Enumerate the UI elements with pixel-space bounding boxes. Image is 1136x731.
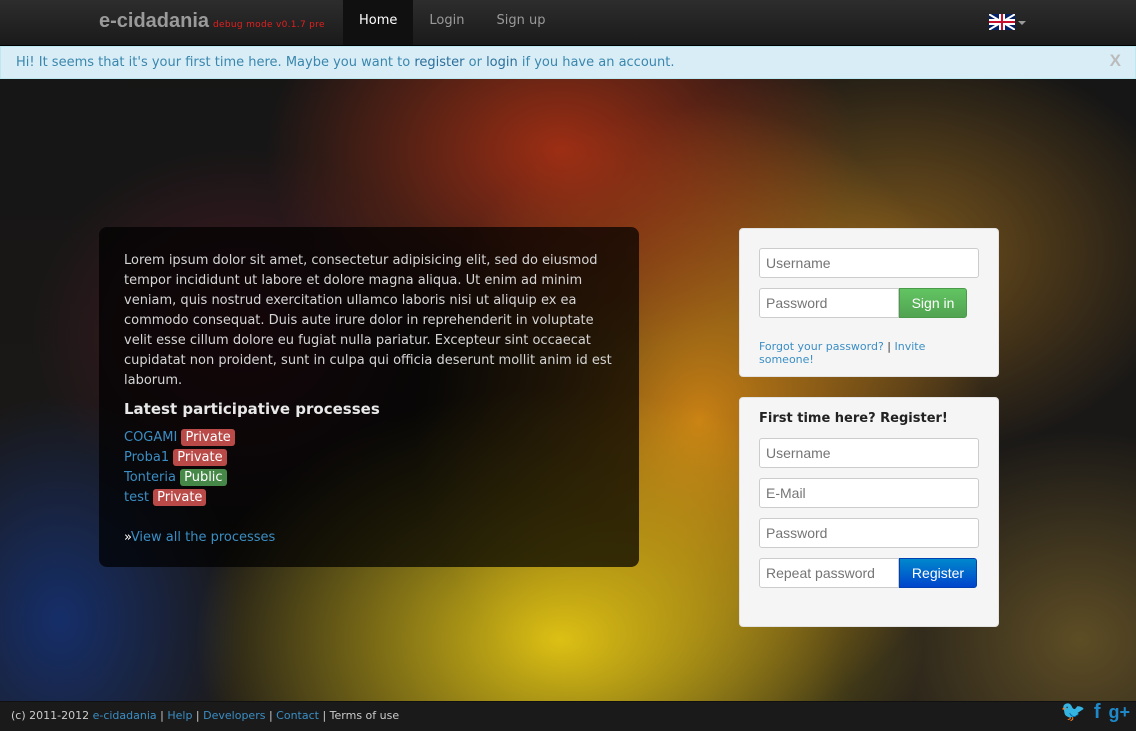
- process-link[interactable]: COGAMI: [124, 430, 177, 445]
- close-alert-button[interactable]: X: [1110, 50, 1121, 71]
- language-selector[interactable]: [989, 14, 1026, 30]
- login-box: Sign in Forgot your password? | Invite s…: [739, 228, 999, 377]
- intro-panel: Lorem ipsum dolor sit amet, consectetur …: [99, 227, 639, 567]
- google-plus-icon[interactable]: g+: [1108, 703, 1130, 721]
- debug-label: debug mode v0.1.7 pre: [213, 20, 325, 30]
- repeat-row: Register: [759, 558, 979, 588]
- processes-heading: Latest participative processes: [124, 400, 380, 418]
- brand-name[interactable]: e-cidadania: [99, 10, 209, 32]
- footer-terms[interactable]: Terms of use: [330, 709, 399, 722]
- alert-text-3: if you have an account.: [517, 55, 675, 70]
- link-separator: |: [883, 340, 895, 353]
- register-repeat-password-input[interactable]: [759, 558, 899, 588]
- footer-help-link[interactable]: Help: [167, 709, 192, 722]
- process-list: COGAMI Private Proba1 Private Tonteria P…: [124, 428, 614, 508]
- list-item: test Private: [124, 488, 614, 508]
- login-links: Forgot your password? | Invite someone!: [759, 340, 979, 366]
- register-password-input[interactable]: [759, 518, 979, 548]
- nav-signup[interactable]: Sign up: [480, 0, 561, 45]
- view-all-processes-link[interactable]: View all the processes: [131, 530, 276, 545]
- list-item: Tonteria Public: [124, 468, 614, 488]
- nav-login[interactable]: Login: [413, 0, 480, 45]
- chevron-down-icon: [1018, 21, 1026, 25]
- process-link[interactable]: Proba1: [124, 450, 169, 465]
- view-all-row: »View all the processes: [124, 528, 614, 548]
- social-links: 🐦 f g+: [1061, 702, 1130, 722]
- forgot-password-link[interactable]: Forgot your password?: [759, 340, 884, 353]
- intro-paragraph: Lorem ipsum dolor sit amet, consectetur …: [124, 253, 612, 388]
- register-username-input[interactable]: [759, 438, 979, 468]
- password-row: Sign in: [759, 288, 979, 318]
- twitter-icon[interactable]: 🐦: [1061, 702, 1086, 722]
- status-badge: Private: [181, 429, 235, 446]
- status-badge: Private: [153, 489, 207, 506]
- facebook-icon[interactable]: f: [1094, 702, 1101, 722]
- footer-sep: |: [192, 709, 204, 722]
- alert-login-link[interactable]: login: [486, 55, 518, 70]
- view-all-prefix: »: [124, 530, 131, 545]
- register-box: First time here? Register! Register: [739, 397, 999, 627]
- footer-brand-link[interactable]: e-cidadania: [93, 709, 157, 722]
- status-badge: Public: [180, 469, 227, 486]
- uk-flag-icon: [989, 14, 1015, 30]
- alert-register-link[interactable]: register: [414, 55, 464, 70]
- footer: (c) 2011-2012 e-cidadania | Help | Devel…: [0, 701, 1136, 731]
- footer-sep: |: [318, 709, 330, 722]
- list-item: Proba1 Private: [124, 448, 614, 468]
- register-email-input[interactable]: [759, 478, 979, 508]
- nav-home[interactable]: Home: [343, 0, 414, 45]
- sign-in-button[interactable]: Sign in: [899, 288, 967, 318]
- process-link[interactable]: Tonteria: [124, 470, 176, 485]
- register-button[interactable]: Register: [899, 558, 977, 588]
- list-item: COGAMI Private: [124, 428, 614, 448]
- login-password-input[interactable]: [759, 288, 899, 318]
- alert-text-1: Hi! It seems that it's your first time h…: [16, 55, 415, 70]
- login-username-input[interactable]: [759, 248, 979, 278]
- status-badge: Private: [173, 449, 227, 466]
- footer-sep: |: [156, 709, 168, 722]
- footer-developers-link[interactable]: Developers: [203, 709, 265, 722]
- top-navbar: e-cidadania debug mode v0.1.7 pre Home Lo…: [0, 0, 1136, 46]
- footer-contact-link[interactable]: Contact: [276, 709, 319, 722]
- copyright: (c) 2011-2012: [11, 709, 93, 722]
- main-nav: Home Login Sign up: [343, 0, 561, 45]
- brand[interactable]: e-cidadania debug mode v0.1.7 pre: [99, 10, 325, 33]
- process-link[interactable]: test: [124, 490, 149, 505]
- footer-sep: |: [265, 709, 277, 722]
- first-visit-alert: Hi! It seems that it's your first time h…: [0, 46, 1136, 79]
- register-title: First time here? Register!: [759, 411, 948, 426]
- alert-text-2: or: [464, 55, 487, 70]
